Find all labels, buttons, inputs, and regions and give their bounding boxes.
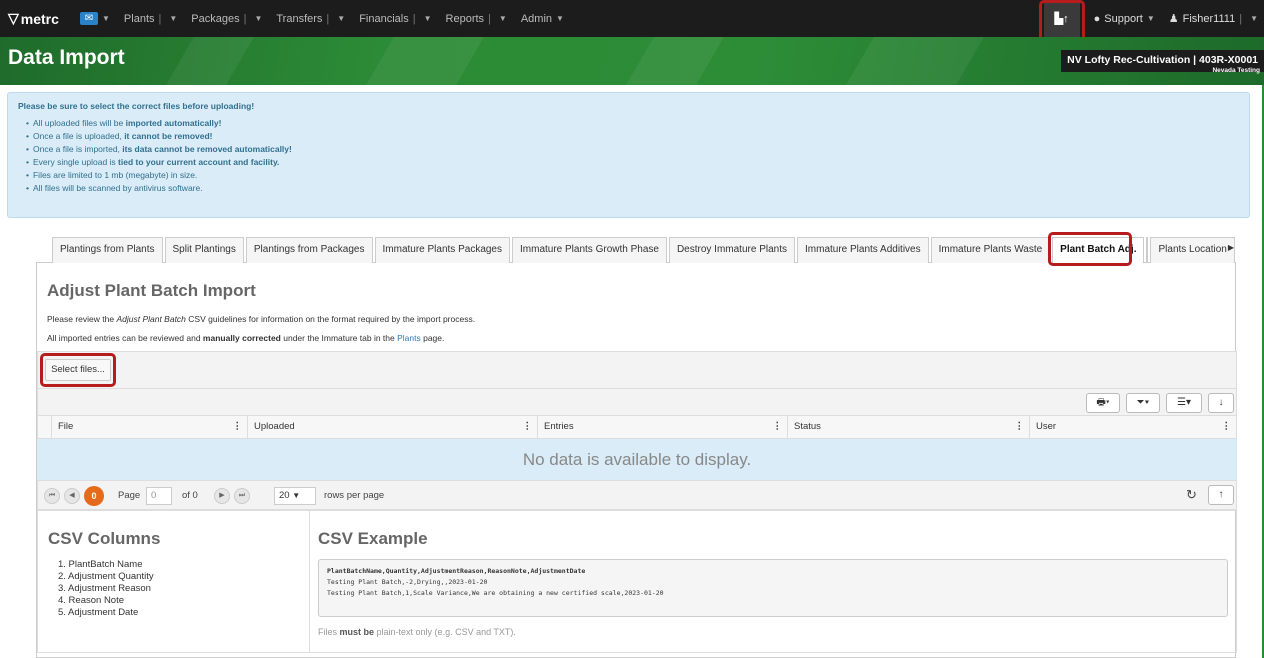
nav-reports[interactable]: Reports | ▼: [446, 13, 507, 25]
tab-destroy-immature-plants[interactable]: Destroy Immature Plants: [668, 237, 795, 263]
columns-button[interactable]: ☰▾: [1166, 393, 1202, 413]
column-user[interactable]: User ⋮: [1030, 416, 1236, 438]
refresh-icon[interactable]: ↻: [1186, 487, 1197, 503]
nav-packages[interactable]: Packages | ▼: [191, 13, 262, 25]
page-title: Data Import: [8, 46, 125, 69]
filter-button[interactable]: ⏷▾: [1126, 393, 1160, 413]
page-input[interactable]: 0: [146, 487, 172, 505]
nav-admin[interactable]: Admin ▼: [521, 13, 564, 25]
metrc-logo[interactable]: ▽ metrc: [0, 10, 80, 27]
list-item: 2. Adjustment Quantity: [58, 571, 154, 582]
chevron-down-icon: ▼: [337, 14, 346, 23]
tab-plantings-from-plants[interactable]: Plantings from Plants: [52, 237, 163, 263]
chevron-down-icon: ▼: [169, 14, 178, 23]
file-type-note: Files must be plain-text only (e.g. CSV …: [318, 627, 516, 637]
warning-list: All uploaded files will be imported auto…: [18, 118, 1239, 193]
column-menu-icon: ⋮: [772, 421, 783, 432]
list-item: 5. Adjustment Date: [58, 607, 139, 618]
list-item: 4. Reason Note: [58, 595, 125, 606]
tab-blank[interactable]: [1146, 237, 1149, 263]
import-tabs: Plantings from Plants Split Plantings Pl…: [36, 232, 1236, 266]
column-entries[interactable]: Entries ⋮: [538, 416, 788, 438]
chevron-down-icon: ▼: [102, 14, 110, 23]
download-button[interactable]: ↓: [1208, 393, 1234, 413]
list-item: All uploaded files will be imported auto…: [26, 118, 1239, 128]
user-icon: ♟: [1168, 13, 1179, 25]
rows-per-page-select[interactable]: 20 ▼: [274, 487, 316, 505]
list-item: 3. Adjustment Reason: [58, 583, 151, 594]
tab-plantings-from-packages[interactable]: Plantings from Packages: [245, 237, 373, 263]
column-menu-icon: ⋮: [1014, 421, 1025, 432]
support-menu[interactable]: ● Support ▼: [1094, 13, 1155, 25]
grid-pager: ⏮ ◀ 0 Page 0 of 0 ▶ ⏭ 20 ▼ rows per page…: [37, 480, 1237, 510]
section-title: Adjust Plant Batch Import: [47, 281, 256, 300]
csv-columns-title: CSV Columns: [48, 529, 161, 548]
data-import-button[interactable]: ▙↑: [1038, 0, 1085, 42]
messages-menu[interactable]: ✉ ▼: [80, 12, 110, 25]
grid-header: File ⋮ Uploaded ⋮ Entries ⋮ Status ⋮ User ⋮: [37, 415, 1237, 439]
upload-toolbar: Select files...: [37, 351, 1237, 389]
list-item: Once a file is uploaded, it cannot be re…: [26, 131, 1239, 141]
column-status[interactable]: Status ⋮: [788, 416, 1030, 438]
page-banner: Data Import NV Lofty Rec-Cultivation | 4…: [0, 37, 1264, 85]
user-menu[interactable]: ♟ Fisher1111 | ▼: [1168, 12, 1258, 26]
upload-warning-box: Please be sure to select the correct fil…: [7, 92, 1250, 218]
chevron-down-icon: ▼: [1146, 14, 1155, 23]
prev-page-icon[interactable]: ◀: [64, 488, 80, 504]
nav-plants[interactable]: Plants | ▼: [124, 13, 177, 25]
column-uploaded[interactable]: Uploaded ⋮: [248, 416, 538, 438]
csv-example-code: PlantBatchName,Quantity,AdjustmentReason…: [318, 559, 1228, 617]
item-count-badge: 0: [84, 486, 104, 506]
tab-immature-plants-additives[interactable]: Immature Plants Additives: [797, 237, 929, 263]
chevron-down-icon: ▼: [498, 14, 507, 23]
upload-icon[interactable]: ↑: [1208, 485, 1234, 505]
csv-example-panel: CSV Example PlantBatchName,Quantity,Adju…: [310, 511, 1236, 652]
list-item: Every single upload is tied to your curr…: [26, 157, 1239, 167]
highlight-box: [1038, 0, 1085, 42]
first-page-icon[interactable]: ⏮: [44, 488, 60, 504]
chevron-down-icon: ▼: [556, 14, 564, 23]
column-menu-icon: ⋮: [232, 421, 243, 432]
review-text: All imported entries can be reviewed and…: [47, 333, 445, 343]
list-item: Once a file is imported, its data cannot…: [26, 144, 1239, 154]
tab-plants-location[interactable]: Plants Location: [1150, 237, 1235, 263]
chevron-down-icon: ▼: [1250, 14, 1258, 23]
chevron-down-icon: ▼: [254, 14, 263, 23]
highlight-box: [1048, 232, 1133, 266]
grid-toolbar: 🖶▾ ⏷▾ ☰▾ ↓: [37, 389, 1237, 415]
next-page-icon[interactable]: ▶: [214, 488, 230, 504]
import-panel: Adjust Plant Batch Import Please review …: [36, 263, 1237, 658]
tab-split-plantings[interactable]: Split Plantings: [164, 237, 244, 263]
column-menu-icon: ⋮: [522, 421, 533, 432]
empty-grid-message: No data is available to display.: [37, 439, 1237, 480]
csv-columns-list: 1. PlantBatch Name 2. Adjustment Quantit…: [48, 559, 299, 619]
tab-immature-plants-waste[interactable]: Immature Plants Waste: [930, 237, 1051, 263]
nav-transfers[interactable]: Transfers | ▼: [276, 13, 345, 25]
column-menu-icon: ⋮: [1221, 421, 1232, 432]
last-page-icon[interactable]: ⏭: [234, 488, 250, 504]
list-item: All files will be scanned by antivirus s…: [26, 183, 1239, 193]
list-item: Files are limited to 1 mb (megabyte) in …: [26, 170, 1239, 180]
top-navbar: ▽ metrc ✉ ▼ Plants | ▼ Packages | ▼ Transfers |…: [0, 0, 1264, 42]
chevron-down-icon: ▼: [423, 14, 432, 23]
logo-icon: ▽: [8, 10, 19, 26]
csv-columns-panel: CSV Columns 1. PlantBatch Name 2. Adjust…: [38, 511, 310, 652]
list-item: 1. PlantBatch Name: [58, 559, 143, 570]
question-circle-icon: ●: [1093, 12, 1101, 25]
highlight-box: [40, 353, 116, 387]
environment-label: Nevada Testing: [1212, 67, 1260, 74]
column-file[interactable]: File ⋮: [52, 416, 248, 438]
warning-heading: Please be sure to select the correct fil…: [18, 101, 255, 111]
mail-icon: ✉: [80, 12, 98, 25]
csv-info: CSV Columns 1. PlantBatch Name 2. Adjust…: [37, 510, 1237, 653]
tab-immature-plants-packages[interactable]: Immature Plants Packages: [374, 237, 510, 263]
csv-example-title: CSV Example: [318, 529, 428, 548]
plants-link[interactable]: Plants: [397, 333, 421, 343]
tab-scroll-right-icon[interactable]: ▶: [1228, 243, 1234, 252]
print-button[interactable]: 🖶▾: [1086, 393, 1120, 413]
tab-immature-plants-growth-phase[interactable]: Immature Plants Growth Phase: [512, 237, 667, 263]
nav-financials[interactable]: Financials | ▼: [359, 13, 431, 25]
tab-plant-batch-adj[interactable]: Plant Batch Adj.: [1048, 232, 1145, 266]
guideline-text: Please review the Adjust Plant Batch CSV…: [47, 314, 476, 324]
